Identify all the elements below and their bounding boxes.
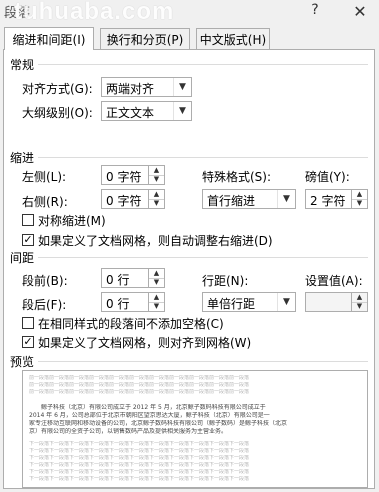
snap-to-grid-checkbox[interactable]: ✓ (22, 336, 34, 348)
indent-by-spinner[interactable]: 2 字符 ▲ ▼ (305, 189, 368, 209)
preview-sample-line: 京）有限公司的全资子公司，以销售数码产品及提供相关服务为主营业务。 (29, 428, 228, 435)
close-button[interactable]: ✕ (350, 2, 370, 22)
separator (38, 257, 368, 258)
spin-down-icon[interactable]: ▼ (149, 175, 164, 184)
preview-sample-line: 2014 年 6 月，公司总部位于北京市朝阳区望京思达大厦，鲸子科技（北京）有限… (29, 412, 270, 419)
preview-next-paragraph: 下一段落下一段落下一段落下一段落下一段落下一段落下一段落下一段落下一段落下一段落… (29, 455, 250, 461)
line-spacing-at-label: 设置值(A): (305, 274, 363, 288)
alignment-dropdown[interactable]: 两端对齐 ▼ (101, 77, 192, 97)
preview-next-paragraph: 下一段落下一段落下一段落下一段落下一段落下一段落下一段落下一段落下一段落下一段落… (29, 448, 250, 454)
tab-asian-typography[interactable]: 中文版式(H) (196, 28, 270, 49)
preview-next-paragraph: 下一段落下一段落下一段落下一段落下一段落下一段落下一段落下一段落下一段落下一段落… (29, 476, 250, 482)
alignment-value: 两端对齐 (106, 82, 155, 96)
special-indent-value: 首行缩进 (207, 194, 256, 208)
preview-previous-paragraph: 前一段落前一段落前一段落前一段落前一段落前一段落前一段落前一段落前一段落前一段落… (29, 375, 250, 381)
tab-indents-and-spacing[interactable]: 缩进和间距(I) (4, 27, 94, 50)
preview-previous-paragraph: 前一段落前一段落前一段落前一段落前一段落前一段落前一段落前一段落前一段落前一段落… (29, 382, 250, 388)
outline-level-dropdown[interactable]: 正文文本 ▼ (101, 101, 192, 121)
chevron-down-icon: ▼ (277, 190, 295, 208)
separator (38, 157, 368, 158)
spin-down-icon[interactable]: ▼ (352, 199, 367, 208)
section-spacing-title: 间距 (10, 251, 35, 265)
watermark: tuhuaba.com (14, 0, 175, 25)
line-spacing-at-spinner[interactable]: ▲ ▼ (305, 292, 368, 312)
space-after-value: 0 行 (106, 297, 130, 311)
chevron-down-icon: ▼ (173, 102, 191, 120)
indent-by-value: 2 字符 (310, 194, 346, 208)
no-space-same-style-checkbox[interactable] (22, 317, 34, 329)
preview-next-paragraph: 下一段落下一段落下一段落下一段落下一段落下一段落下一段落下一段落下一段落下一段落… (29, 441, 250, 447)
separator (38, 64, 368, 65)
line-spacing-value: 单倍行距 (207, 297, 256, 311)
preview-next-paragraph: 下一段落下一段落下一段落下一段落下一段落下一段落下一段落下一段落下一段落下一段落… (29, 462, 250, 468)
preview-sample-line: 鲸子科技（北京）有限公司成立于 2012 年 5 月，北京鲸子数码科技有限公司成… (41, 404, 266, 411)
chevron-down-icon: ▼ (173, 78, 191, 96)
indent-left-label: 左侧(L): (22, 170, 67, 184)
spin-down-icon[interactable]: ▼ (149, 302, 164, 311)
line-spacing-dropdown[interactable]: 单倍行距 ▼ (202, 292, 296, 312)
outline-level-label: 大纲级别(O): (22, 106, 93, 120)
space-after-label: 段后(F): (22, 298, 67, 312)
auto-adjust-right-indent-label: 如果定义了文档网格，则自动调整右缩进(D) (38, 234, 273, 248)
preview-previous-paragraph: 前一段落前一段落前一段落前一段落前一段落前一段落前一段落前一段落前一段落前一段落… (29, 389, 250, 395)
indent-by-label: 磅值(Y): (305, 170, 350, 184)
space-before-spinner[interactable]: 0 行 ▲ ▼ (101, 268, 165, 288)
spin-down-icon[interactable]: ▼ (352, 302, 367, 311)
indent-left-value: 0 字符 (106, 170, 142, 184)
indent-right-label: 右侧(R): (22, 195, 68, 209)
space-before-value: 0 行 (106, 273, 130, 287)
separator (38, 361, 368, 362)
spin-down-icon[interactable]: ▼ (149, 278, 164, 287)
chevron-down-icon: ▼ (277, 293, 295, 311)
line-spacing-label: 行距(N): (202, 274, 249, 288)
space-after-spinner[interactable]: 0 行 ▲ ▼ (101, 292, 165, 312)
indent-left-spinner[interactable]: 0 字符 ▲ ▼ (101, 165, 165, 185)
section-general-title: 常规 (10, 58, 35, 72)
space-before-label: 段前(B): (22, 274, 68, 288)
auto-adjust-right-indent-checkbox[interactable]: ✓ (22, 234, 34, 246)
spin-down-icon[interactable]: ▼ (149, 199, 164, 208)
preview-sample-line: 家专注移动互联网和移动设备的公司，北京鲸子数码科技有限公司（鲸子数码）是鲸子科技… (29, 420, 288, 427)
tab-line-and-page-breaks[interactable]: 换行和分页(P) (100, 28, 190, 49)
outline-level-value: 正文文本 (106, 106, 155, 120)
alignment-label: 对齐方式(G): (22, 82, 93, 96)
tab-strip: 缩进和间距(I) 换行和分页(P) 中文版式(H) (4, 27, 375, 50)
section-preview-title: 预览 (10, 355, 35, 369)
section-indent-title: 缩进 (10, 151, 35, 165)
preview-box: 前一段落前一段落前一段落前一段落前一段落前一段落前一段落前一段落前一段落前一段落… (22, 370, 368, 488)
preview-next-paragraph: 下一段落下一段落下一段落下一段落下一段落下一段落下一段落下一段落下一段落下一段落… (29, 469, 250, 475)
special-indent-label: 特殊格式(S): (202, 170, 272, 184)
indent-right-value: 0 字符 (106, 194, 142, 208)
indent-right-spinner[interactable]: 0 字符 ▲ ▼ (101, 189, 165, 209)
mirror-indents-checkbox[interactable] (22, 214, 34, 226)
no-space-same-style-label: 在相同样式的段落间不添加空格(C) (38, 317, 224, 331)
help-button[interactable]: ? (306, 2, 324, 22)
snap-to-grid-label: 如果定义了文档网格，则对齐到网格(W) (38, 336, 252, 350)
mirror-indents-label: 对称缩进(M) (38, 214, 106, 228)
special-indent-dropdown[interactable]: 首行缩进 ▼ (202, 189, 296, 209)
